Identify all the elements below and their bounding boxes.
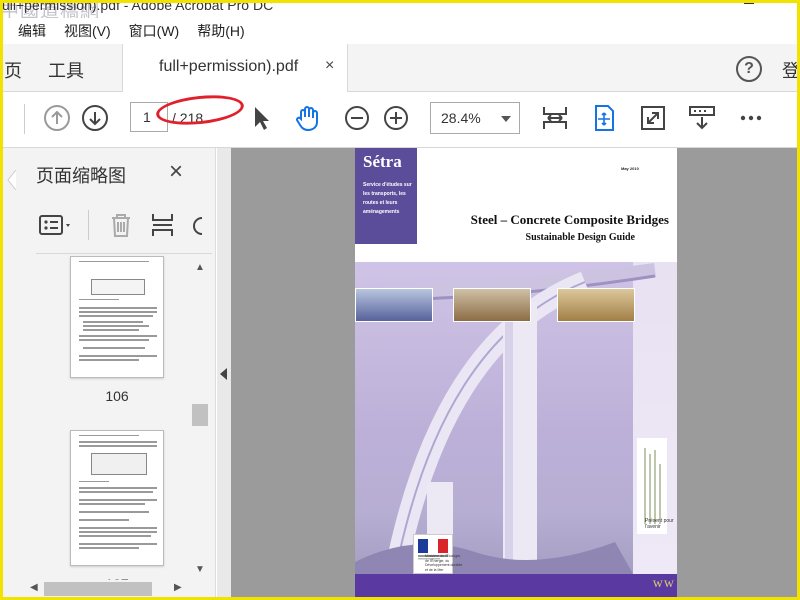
panel-collapse-handle[interactable] [217, 148, 231, 600]
bridge-photo [355, 262, 677, 574]
more-options-icon[interactable] [736, 103, 766, 133]
inset-photo [453, 288, 531, 322]
brand-subtitle: Service d'études sur les transports, les… [363, 182, 412, 215]
panel-toolbar [36, 208, 216, 242]
window-title: ull+permission).pdf - Adobe Acrobat Pro … [2, 0, 274, 13]
thumbnail-page-number: 106 [105, 388, 129, 404]
menu-window[interactable]: 窗口(W) [129, 21, 180, 41]
scroll-left-icon[interactable]: ◀ [30, 582, 38, 593]
tab-document[interactable]: full+permission).pdf × [122, 44, 348, 92]
page-thumbnail[interactable] [70, 256, 164, 378]
tab-tools[interactable]: 工具 [48, 57, 84, 83]
toolbar-separator [24, 104, 25, 134]
scroll-mode-icon[interactable] [687, 103, 717, 133]
chevron-down-icon [501, 116, 511, 122]
date-tag: May 2010 [621, 166, 639, 171]
present-caption: Présent pour l'avenir [645, 518, 674, 530]
document-tab-label: full+permission).pdf [159, 58, 299, 75]
hand-tool-icon[interactable] [292, 103, 322, 133]
setra-logo-block: Sétra Service d'études sur les transport… [355, 148, 417, 244]
sign-in-button[interactable]: 登 [782, 57, 800, 83]
fit-width-icon[interactable] [540, 103, 570, 133]
zoom-in-icon[interactable] [381, 103, 411, 133]
help-icon[interactable]: ? [736, 56, 762, 82]
title-bar: 中國道橋網 ull+permission).pdf - Adobe Acroba… [0, 0, 800, 22]
inset-photo [355, 288, 433, 322]
tab-bar: 页 工具 full+permission).pdf × ? 登 [0, 44, 800, 92]
cover-footer-band: ww [355, 574, 677, 600]
panel-divider [36, 253, 212, 254]
thumbnail-panel: 页面缩略图 × 106 ▲ ▼ ◀ ▶ [0, 148, 216, 600]
horizontal-scrollbar[interactable]: ◀ ▶ [28, 580, 188, 598]
toolbar: 1 / 218 28.4% [0, 91, 800, 148]
panel-separator [88, 210, 89, 240]
zoom-select[interactable]: 28.4% [430, 102, 520, 134]
minimize-icon[interactable] [744, 3, 754, 4]
vertical-scrollbar[interactable]: ▲ ▼ [190, 258, 210, 580]
scrollbar-thumb[interactable] [192, 404, 208, 426]
annotation-circle [154, 91, 246, 129]
close-panel-icon[interactable]: × [169, 158, 183, 186]
menu-help[interactable]: 帮助(H) [197, 21, 244, 41]
brand-name: Sétra [363, 152, 402, 171]
menu-edit[interactable]: 编辑 [18, 21, 46, 41]
previous-page-icon[interactable] [42, 103, 72, 133]
thumbnail-options-icon[interactable] [36, 210, 76, 240]
document-view[interactable]: Sétra Service d'études sur les transport… [231, 148, 800, 600]
fit-page-icon[interactable] [589, 103, 619, 133]
zoom-value: 28.4% [441, 110, 481, 126]
document-subtitle: Sustainable Design Guide [525, 232, 635, 243]
zoom-out-icon[interactable] [342, 103, 372, 133]
scroll-down-icon[interactable]: ▼ [195, 564, 205, 575]
rotate-page-icon[interactable] [188, 210, 204, 240]
delete-page-icon[interactable] [106, 210, 136, 240]
menu-bar: 编辑 视图(V) 窗口(W) 帮助(H) [0, 18, 800, 44]
insert-page-icon[interactable] [148, 210, 178, 240]
panel-title: 页面缩略图 [36, 166, 126, 186]
document-title: Steel – Concrete Composite Bridges [470, 212, 669, 227]
ministry-text: Ministère de l'Écologie, de l'Énergie, d… [425, 554, 463, 572]
full-screen-icon[interactable] [638, 103, 668, 133]
footer-text: ww [652, 576, 675, 591]
scroll-right-icon[interactable]: ▶ [174, 582, 182, 593]
panel-pointer-icon [7, 170, 16, 190]
close-tab-icon[interactable]: × [325, 57, 334, 75]
scroll-up-icon[interactable]: ▲ [195, 262, 205, 273]
vertical-caption-lines [644, 448, 661, 524]
collapse-arrow-icon [220, 368, 227, 380]
select-cursor-icon[interactable] [246, 103, 276, 133]
inset-photo [557, 288, 635, 322]
next-page-icon[interactable] [80, 103, 110, 133]
pdf-page[interactable]: Sétra Service d'études sur les transport… [355, 148, 677, 600]
scrollbar-thumb[interactable] [44, 582, 152, 596]
page-thumbnail[interactable] [70, 430, 164, 566]
tab-home[interactable]: 页 [4, 57, 22, 83]
menu-view[interactable]: 视图(V) [64, 21, 111, 41]
